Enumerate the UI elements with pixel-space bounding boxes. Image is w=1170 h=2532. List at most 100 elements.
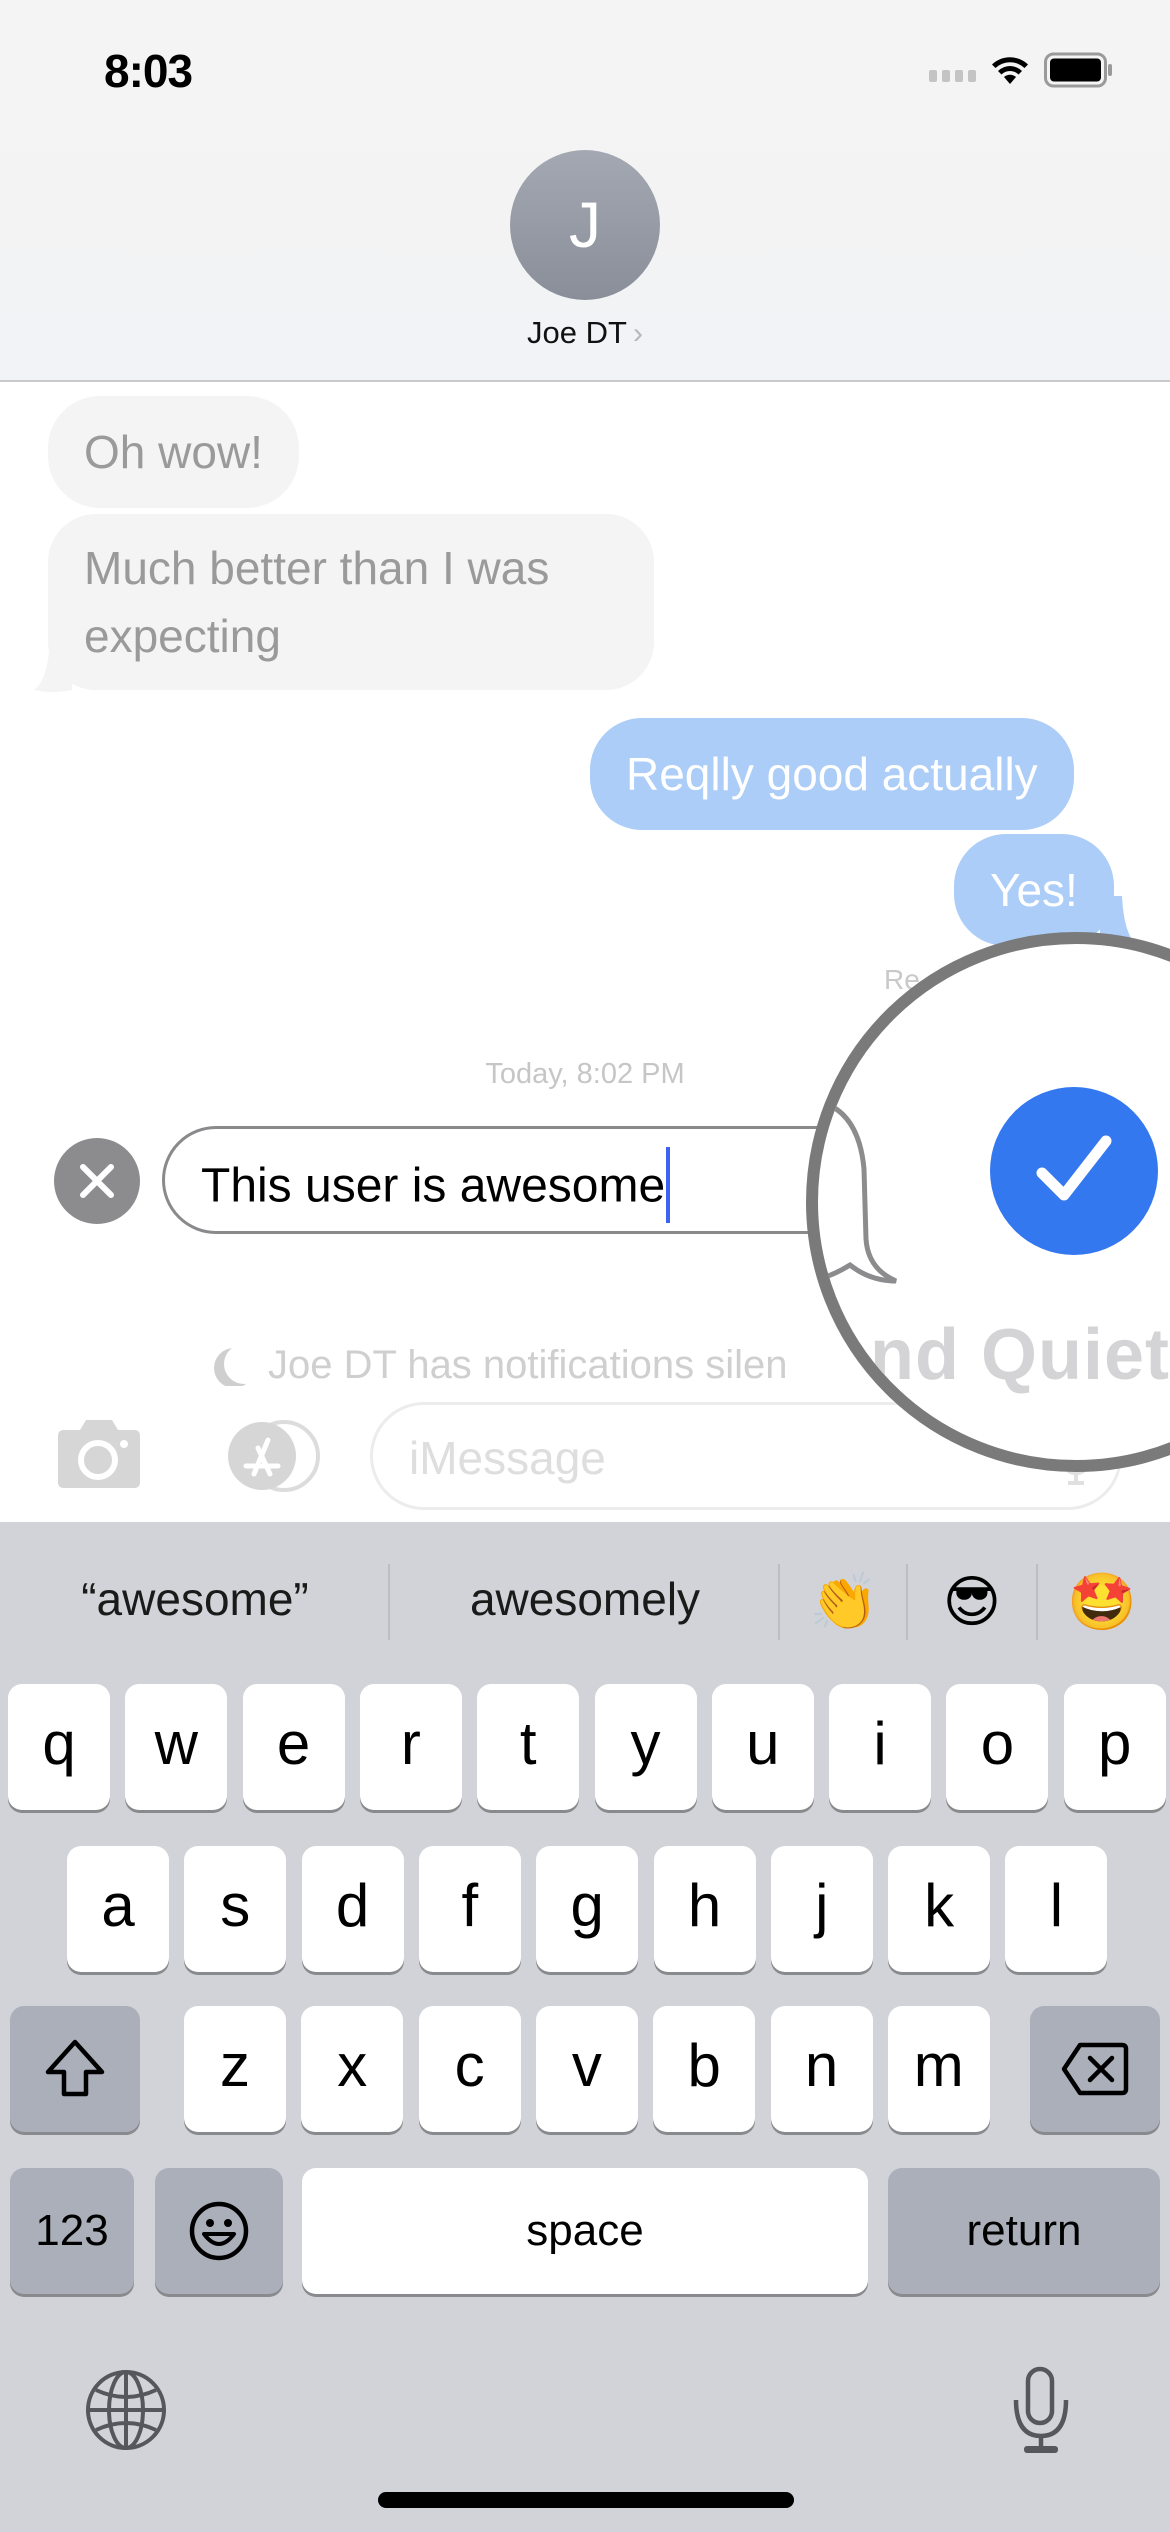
key-label: i xyxy=(873,1709,887,1777)
cellular-signal-icon xyxy=(929,58,976,82)
key-e[interactable]: e xyxy=(242,1684,345,1810)
emoji-icon xyxy=(189,2201,249,2261)
imessage-placeholder: iMessage xyxy=(409,1432,606,1484)
key-label: c xyxy=(454,2031,485,2099)
prediction-quoted[interactable]: “awesome” xyxy=(40,1572,350,1626)
contact-avatar[interactable]: J xyxy=(510,150,660,300)
key-w[interactable]: w xyxy=(125,1684,228,1810)
app-store-icon[interactable] xyxy=(208,1420,320,1492)
prediction-divider xyxy=(906,1564,908,1640)
key-h[interactable]: h xyxy=(653,1846,756,1972)
delete-key[interactable] xyxy=(1030,2006,1160,2132)
message-bubble-outgoing[interactable]: Reqlly good actually xyxy=(590,718,1074,830)
predictive-text-bar: “awesome” awesomely 👏 😎 🤩 xyxy=(0,1522,1170,1678)
dictation-microphone-icon[interactable] xyxy=(1010,2366,1072,2456)
numbers-key[interactable]: 123 xyxy=(10,2168,134,2294)
key-b[interactable]: b xyxy=(653,2006,756,2132)
prediction-suggestion[interactable]: awesomely xyxy=(430,1572,740,1626)
key-u[interactable]: u xyxy=(711,1684,814,1810)
key-f[interactable]: f xyxy=(418,1846,521,1972)
key-label: g xyxy=(570,1871,604,1939)
key-label: p xyxy=(1098,1709,1132,1777)
key-y[interactable]: y xyxy=(594,1684,697,1810)
key-label: r xyxy=(400,1709,421,1777)
key-m[interactable]: m xyxy=(887,2006,990,2132)
key-label: t xyxy=(519,1709,537,1777)
space-key[interactable]: space xyxy=(302,2168,868,2294)
battery-icon xyxy=(1044,52,1114,88)
key-n[interactable]: n xyxy=(770,2006,873,2132)
key-z[interactable]: z xyxy=(184,2006,286,2132)
key-label: k xyxy=(924,1871,955,1939)
key-label: j xyxy=(815,1871,829,1939)
key-label: s xyxy=(220,1871,251,1939)
shift-key[interactable] xyxy=(10,2006,140,2132)
emoji-suggestion-clapping-hands[interactable]: 👏 xyxy=(804,1570,884,1634)
key-r[interactable]: r xyxy=(359,1684,462,1810)
bubble-tail-incoming xyxy=(34,640,72,692)
emoji-key[interactable] xyxy=(155,2168,283,2294)
key-q[interactable]: q xyxy=(8,1684,110,1810)
key-label: m xyxy=(913,2031,964,2099)
key-x[interactable]: x xyxy=(301,2006,404,2132)
key-label: f xyxy=(461,1871,479,1939)
key-d[interactable]: d xyxy=(301,1846,404,1972)
key-label: l xyxy=(1049,1871,1064,1939)
key-label: o xyxy=(980,1709,1015,1777)
prediction-divider xyxy=(778,1564,780,1640)
key-p[interactable]: p xyxy=(1063,1684,1166,1810)
key-j[interactable]: j xyxy=(770,1846,873,1972)
chevron-right-icon: › xyxy=(632,317,643,350)
keyboard: “awesome” awesomely 👏 😎 🤩 q w e r t y u i o p a s d… xyxy=(0,1522,1170,2532)
key-label: v xyxy=(571,2031,602,2099)
emoji-suggestion-sunglasses[interactable]: 😎 xyxy=(932,1570,1012,1634)
send-quietly-button[interactable] xyxy=(990,1087,1158,1255)
key-c[interactable]: c xyxy=(418,2006,521,2132)
camera-icon[interactable] xyxy=(54,1418,144,1488)
close-icon xyxy=(80,1164,114,1198)
key-label: y xyxy=(630,1709,661,1777)
key-label: x xyxy=(337,2031,368,2099)
conversation-header: 8:03 J Joe DT › xyxy=(0,0,1170,382)
key-l[interactable]: l xyxy=(1005,1846,1108,1972)
delete-icon xyxy=(1061,2042,1129,2096)
send-button-outline xyxy=(818,1098,898,1284)
shift-icon xyxy=(45,2039,105,2097)
magnifier-loupe: nd Quietly xyxy=(806,932,1170,1472)
key-v[interactable]: v xyxy=(535,2006,638,2132)
home-indicator[interactable] xyxy=(378,2492,794,2508)
key-label: u xyxy=(746,1709,780,1777)
key-label: e xyxy=(276,1709,311,1777)
compose-text-field[interactable]: This user is awesome xyxy=(162,1126,882,1234)
wifi-icon xyxy=(990,54,1030,86)
globe-icon[interactable] xyxy=(84,2368,168,2452)
contact-name-button[interactable]: Joe DT › xyxy=(0,315,1170,351)
key-i[interactable]: i xyxy=(829,1684,932,1810)
key-label: a xyxy=(101,1871,135,1939)
status-indicators xyxy=(929,52,1114,88)
key-label: d xyxy=(335,1871,370,1939)
notifications-silenced-notice: Joe DT has notifications silen xyxy=(214,1338,788,1386)
key-label: q xyxy=(42,1709,76,1777)
checkmark-icon xyxy=(1036,1135,1112,1201)
key-o[interactable]: o xyxy=(946,1684,1049,1810)
message-bubble-incoming[interactable]: Much better than I was expecting xyxy=(48,514,654,690)
prediction-divider xyxy=(1036,1564,1038,1640)
key-k[interactable]: k xyxy=(888,1846,991,1972)
message-bubble-outgoing[interactable]: Yes! xyxy=(954,834,1114,946)
key-label: n xyxy=(804,2031,839,2099)
status-time: 8:03 xyxy=(104,45,193,97)
cancel-send-button[interactable] xyxy=(54,1138,140,1224)
key-t[interactable]: t xyxy=(477,1684,580,1810)
message-bubble-incoming[interactable]: Oh wow! xyxy=(48,396,299,508)
emoji-suggestion-star-struck[interactable]: 🤩 xyxy=(1062,1570,1142,1634)
send-quietly-label: nd Quietly xyxy=(870,1315,1170,1395)
return-key[interactable]: return xyxy=(888,2168,1160,2294)
key-a[interactable]: a xyxy=(67,1846,169,1972)
key-label: w xyxy=(154,1709,198,1777)
key-label: b xyxy=(687,2031,721,2099)
compose-text: This user is awesome xyxy=(201,1159,666,1213)
silence-notice-text: Joe DT has notifications silen xyxy=(268,1343,788,1386)
key-g[interactable]: g xyxy=(536,1846,639,1972)
key-s[interactable]: s xyxy=(184,1846,287,1972)
